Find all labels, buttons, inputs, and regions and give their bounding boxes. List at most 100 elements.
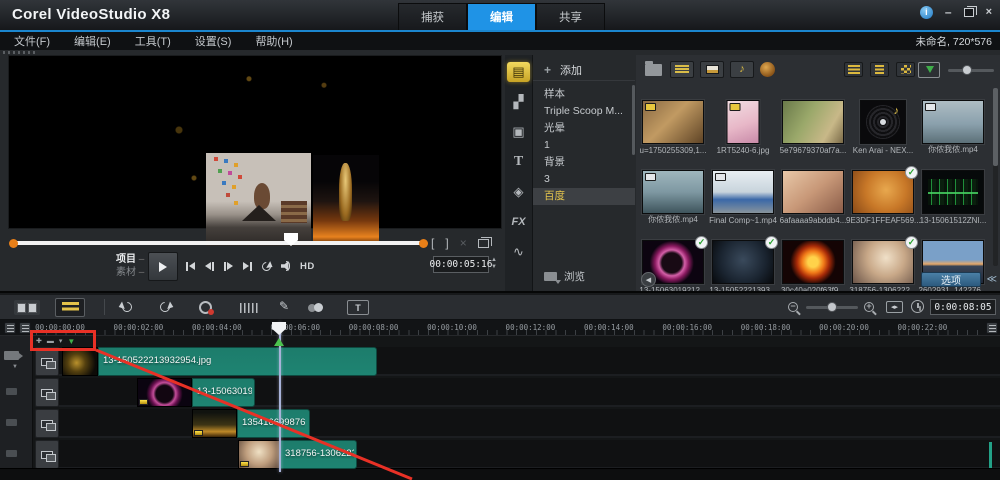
hd-preview-toggle[interactable]: HD [300, 261, 315, 272]
track-row[interactable] [59, 440, 1000, 469]
track-tool-icon[interactable]: ✚ [36, 337, 42, 345]
preview-timecode[interactable]: 00:00:05:16 [433, 256, 489, 273]
track-manager-button[interactable] [4, 322, 16, 334]
track-expand-caret[interactable]: ▼ [12, 364, 18, 370]
library-thumbnail[interactable] [782, 240, 844, 284]
library-thumbnail[interactable]: ♪ [860, 100, 906, 144]
timeline-timecode[interactable]: 0:00:08:05 [930, 299, 996, 315]
filter-photo-button[interactable] [700, 61, 724, 78]
overlay-track-header[interactable] [35, 440, 59, 469]
library-thumbnail[interactable] [782, 100, 844, 144]
mode-clip-radio[interactable]: 素材 [116, 267, 136, 278]
media-gallery-icon[interactable]: ▤ [507, 62, 530, 82]
preview-video-area[interactable] [8, 55, 502, 229]
close-button[interactable]: × [986, 6, 992, 18]
view-grid-button[interactable] [896, 62, 915, 77]
library-item[interactable]: 13-15061512ZNI... [918, 158, 988, 226]
library-item[interactable]: ✓13-15052221393... [708, 228, 778, 296]
graphics-gallery-icon[interactable]: ◈ [507, 182, 530, 202]
trim-start-handle[interactable] [9, 239, 18, 248]
title-gallery-icon[interactable]: T [507, 152, 530, 172]
scrubber-track[interactable] [14, 241, 422, 245]
enlarge-preview-icon[interactable] [478, 239, 489, 248]
track-manager-button-2[interactable] [19, 322, 31, 334]
menu-设置(S)[interactable]: 设置(S) [195, 33, 232, 49]
go-to-end-button[interactable] [243, 262, 252, 271]
play-button[interactable] [148, 252, 178, 281]
timecode-spinner[interactable]: ▲▼ [491, 257, 497, 271]
timeline-clip[interactable]: 135416699876 [192, 409, 310, 438]
library-thumbnail[interactable] [727, 100, 760, 144]
options-button[interactable]: 选项 [921, 272, 981, 287]
library-item[interactable]: ♪Ken Arai - NEX... [848, 88, 918, 156]
library-item[interactable]: u=1750255309,1... [638, 88, 708, 156]
library-item[interactable]: ✓318756-1306222... [848, 228, 918, 296]
motion-path-gallery-icon[interactable]: ∿ [507, 242, 530, 262]
track-tool-icon[interactable]: ▾ [59, 337, 63, 345]
library-thumbnail[interactable] [642, 100, 704, 144]
timeline-ruler[interactable]: 00:00:00:0000:00:02:0000:00:04:0000:00:0… [0, 320, 1000, 336]
category-item-3[interactable]: 3 [533, 171, 635, 188]
ruler-options-button[interactable] [986, 322, 998, 334]
mode-project-radio[interactable]: 项目 [116, 254, 136, 265]
category-item-百度[interactable]: 百度 [533, 188, 635, 205]
minimize-button[interactable]: – [945, 7, 952, 17]
category-item-背景[interactable]: 背景 [533, 154, 635, 171]
redo-button[interactable] [158, 300, 172, 314]
overlay-track-header[interactable] [35, 409, 59, 438]
menu-编辑(E)[interactable]: 编辑(E) [74, 33, 111, 49]
category-item-1[interactable]: 1 [533, 137, 635, 154]
folder-icon[interactable] [645, 64, 662, 76]
filter-video-button[interactable] [670, 61, 694, 78]
zoom-out-button[interactable]: − [788, 302, 798, 312]
timeline-zoom-knob[interactable] [827, 302, 837, 312]
category-scrollbar[interactable] [632, 85, 635, 155]
library-item[interactable]: 你侬我侬.mp4 [638, 158, 708, 226]
transition-gallery-icon[interactable]: ▞ [507, 92, 530, 112]
trim-end-handle[interactable] [419, 239, 428, 248]
library-scrollbar[interactable] [993, 88, 998, 266]
library-item[interactable]: 5e79679370af7a... [778, 88, 848, 156]
mark-out-button[interactable]: ] [445, 236, 448, 250]
storyboard-view-button[interactable] [14, 300, 40, 315]
menu-文件(F)[interactable]: 文件(F) [14, 33, 50, 49]
repeat-button[interactable] [262, 262, 271, 271]
next-frame-button[interactable] [224, 262, 233, 271]
thumbnail-size-knob[interactable] [962, 65, 972, 75]
track-tool-icon[interactable]: ▬ [47, 338, 54, 345]
auto-music-button[interactable] [308, 303, 326, 313]
library-item[interactable]: 你侬我侬.mp4 [918, 88, 988, 156]
zoom-in-button[interactable]: + [864, 302, 874, 312]
restore-button[interactable] [964, 8, 974, 17]
category-item-样本[interactable]: 样本 [533, 86, 635, 103]
previous-frame-button[interactable] [205, 262, 214, 271]
overlay-track-header[interactable] [35, 378, 59, 407]
overlay-gallery-icon[interactable]: ▣ [507, 122, 530, 142]
painting-creator-button[interactable]: ✎ [279, 300, 291, 312]
collapse-chevron[interactable]: ≪ [987, 274, 997, 286]
category-item-Triple Scoop M...[interactable]: Triple Scoop M... [533, 103, 635, 120]
category-item-光晕[interactable]: 光晕 [533, 120, 635, 137]
library-thumbnail[interactable]: ✓ [852, 170, 914, 214]
library-thumbnail[interactable]: ✓ [852, 240, 914, 284]
library-item[interactable]: 30c40a020f63f9... [778, 228, 848, 296]
tab-共享[interactable]: 共享 [536, 3, 605, 30]
library-item[interactable]: Final Comp~1.mp4 [708, 158, 778, 226]
library-item[interactable]: 6afaaaa9abddb4... [778, 158, 848, 226]
tab-编辑[interactable]: 编辑 [467, 3, 536, 30]
library-thumbnail[interactable]: ✓ [712, 240, 774, 284]
menu-工具(T)[interactable]: 工具(T) [135, 33, 171, 49]
overlay-track-icon[interactable] [6, 388, 17, 395]
view-list-button[interactable] [870, 62, 889, 77]
library-item[interactable]: ✓9E3DF1FFEAF569... [848, 158, 918, 226]
library-item[interactable]: 1RT5240-6.jpg [708, 88, 778, 156]
disc-icon[interactable] [760, 62, 775, 77]
undo-button[interactable] [120, 300, 134, 314]
filter-fx-gallery-icon[interactable]: FX [507, 212, 530, 232]
mark-in-button[interactable]: [ [431, 236, 434, 250]
tab-捕获[interactable]: 捕获 [398, 3, 467, 30]
timeline-view-button[interactable] [55, 298, 85, 317]
timeline-clip[interactable]: 13-150522213932954.jpg [62, 347, 377, 376]
browse-button[interactable]: 浏览 [544, 269, 585, 284]
timeline-clip[interactable]: 13-150630192 [137, 378, 255, 407]
